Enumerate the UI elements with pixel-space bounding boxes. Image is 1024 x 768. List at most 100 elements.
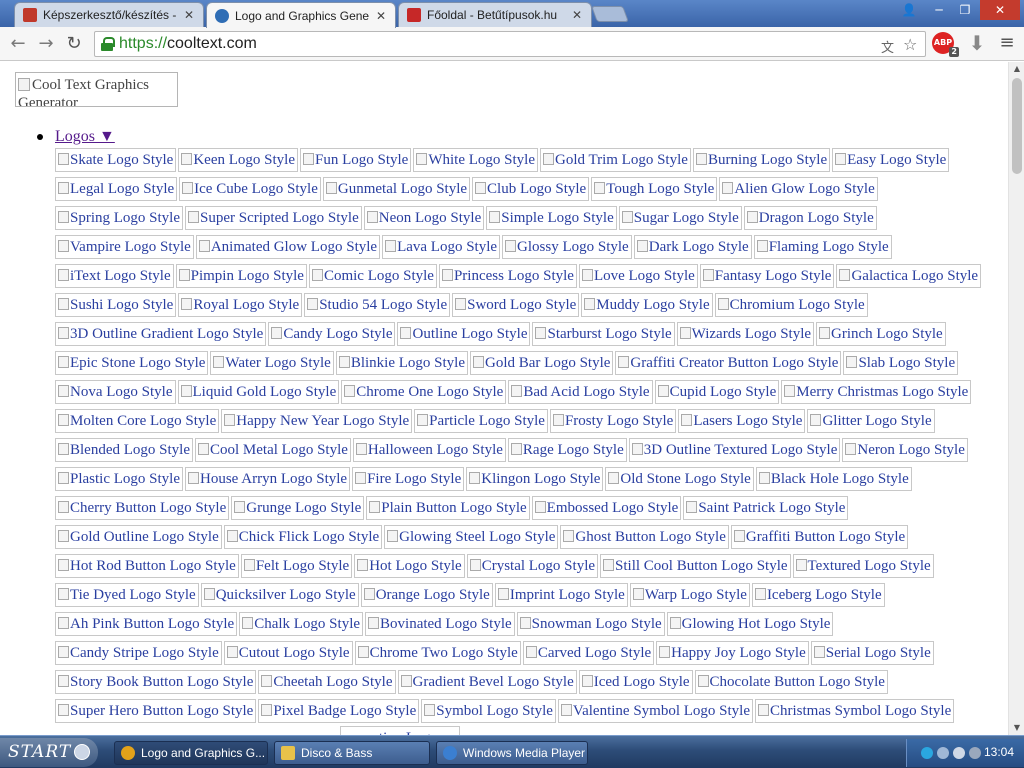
- logo-style-link[interactable]: Snowman Logo Style: [516, 612, 665, 636]
- logo-style-link[interactable]: Black Hole Logo Style: [755, 467, 912, 491]
- logo-style-link[interactable]: Gunmetal Logo Style: [322, 177, 471, 201]
- logo-style-link[interactable]: Love Logo Style: [578, 264, 698, 288]
- maximize-button[interactable]: ❐: [952, 0, 978, 20]
- reload-icon[interactable]: ↻: [62, 32, 86, 56]
- scrollbar-thumb[interactable]: [1012, 78, 1022, 174]
- logo-style-link[interactable]: Glowing Steel Logo Style: [384, 525, 559, 549]
- logo-style-link[interactable]: Glitter Logo Style: [807, 409, 935, 433]
- download-icon[interactable]: ⬇: [966, 32, 988, 54]
- logo-style-link[interactable]: Alien Glow Logo Style: [719, 177, 878, 201]
- logo-style-link[interactable]: Blinkie Logo Style: [335, 351, 469, 375]
- new-tab-button[interactable]: [591, 6, 629, 22]
- logo-style-link[interactable]: Studio 54 Logo Style: [304, 293, 451, 317]
- logo-style-link[interactable]: Rage Logo Style: [507, 438, 627, 462]
- logo-style-link[interactable]: Graffiti Button Logo Style: [730, 525, 909, 549]
- tab-betutipusok[interactable]: Főoldal - Betűtípusok.hu ✕: [398, 2, 592, 27]
- logo-style-link[interactable]: Super Hero Button Logo Style: [55, 699, 257, 723]
- logo-style-link[interactable]: Quicksilver Logo Style: [200, 583, 359, 607]
- logo-style-link[interactable]: Old Stone Logo Style: [605, 467, 754, 491]
- logos-menu-link[interactable]: Logos ▼: [55, 128, 115, 146]
- logo-style-link[interactable]: Valentine Symbol Logo Style: [557, 699, 753, 723]
- logo-style-link[interactable]: iText Logo Style: [55, 264, 174, 288]
- logo-style-link[interactable]: Epic Stone Logo Style: [55, 351, 209, 375]
- logo-style-link[interactable]: Chick Flick Logo Style: [223, 525, 383, 549]
- logo-style-link[interactable]: Warp Logo Style: [629, 583, 750, 607]
- logo-style-link[interactable]: Candy Stripe Logo Style: [55, 641, 222, 665]
- logo-style-link[interactable]: Chrome One Logo Style: [341, 380, 507, 404]
- task-folder[interactable]: Disco & Bass: [274, 741, 430, 765]
- logo-style-link[interactable]: Hot Logo Style: [354, 554, 465, 578]
- logo-style-link[interactable]: Bovinated Logo Style: [365, 612, 515, 636]
- scroll-down-icon[interactable]: ▼: [1009, 721, 1024, 735]
- logo-style-link[interactable]: Embossed Logo Style: [531, 496, 682, 520]
- logo-style-link[interactable]: Happy New Year Logo Style: [221, 409, 413, 433]
- logo-style-link[interactable]: 3D Outline Gradient Logo Style: [55, 322, 267, 346]
- logo-style-link[interactable]: Molten Core Logo Style: [55, 409, 220, 433]
- logo-style-link[interactable]: Fun Logo Style: [299, 148, 412, 172]
- logo-style-link[interactable]: Blended Logo Style: [55, 438, 193, 462]
- forward-icon[interactable]: →: [34, 32, 58, 56]
- site-logo-image[interactable]: Cool Text Graphics Generator: [15, 72, 178, 107]
- ie-icon[interactable]: [921, 747, 933, 759]
- logo-style-link[interactable]: Outline Logo Style: [397, 322, 531, 346]
- logo-style-link[interactable]: Plastic Logo Style: [55, 467, 183, 491]
- logo-style-link[interactable]: Slab Logo Style: [843, 351, 959, 375]
- logo-style-link[interactable]: Water Logo Style: [210, 351, 334, 375]
- logo-style-link[interactable]: Sword Logo Style: [452, 293, 580, 317]
- logo-style-link[interactable]: Chromium Logo Style: [714, 293, 868, 317]
- logo-style-link[interactable]: Gold Trim Logo Style: [539, 148, 691, 172]
- logo-style-link[interactable]: 3D Outline Textured Logo Style: [628, 438, 841, 462]
- logo-style-link[interactable]: Glossy Logo Style: [502, 235, 632, 259]
- logo-style-link[interactable]: Skate Logo Style: [55, 148, 177, 172]
- logo-style-link[interactable]: Easy Logo Style: [832, 148, 950, 172]
- logo-style-link[interactable]: Flaming Logo Style: [753, 235, 892, 259]
- logo-style-link[interactable]: Chalk Logo Style: [239, 612, 364, 636]
- logo-style-link[interactable]: Ghost Button Logo Style: [560, 525, 729, 549]
- logo-style-link[interactable]: Animated Glow Logo Style: [195, 235, 381, 259]
- logo-style-link[interactable]: Dark Logo Style: [633, 235, 752, 259]
- logo-style-link[interactable]: Chrome Two Logo Style: [354, 641, 521, 665]
- logo-style-link[interactable]: Burning Logo Style: [692, 148, 831, 172]
- logo-style-link[interactable]: Club Logo Style: [472, 177, 590, 201]
- logo-style-link[interactable]: Felt Logo Style: [240, 554, 353, 578]
- logo-style-link[interactable]: Gold Bar Logo Style: [470, 351, 614, 375]
- logo-style-link[interactable]: Serial Logo Style: [810, 641, 934, 665]
- logo-style-link[interactable]: Tough Logo Style: [591, 177, 718, 201]
- logo-style-link[interactable]: Dragon Logo Style: [743, 206, 877, 230]
- logo-style-link[interactable]: Particle Logo Style: [414, 409, 548, 433]
- logo-style-link[interactable]: Klingon Logo Style: [466, 467, 604, 491]
- logo-style-link[interactable]: Cheetah Logo Style: [258, 670, 396, 694]
- minimize-button[interactable]: ─: [926, 0, 952, 20]
- tab-image-editor[interactable]: Képszerkesztő/készítés - hlm ✕: [14, 2, 204, 27]
- logo-style-link[interactable]: Neon Logo Style: [363, 206, 485, 230]
- logo-style-link[interactable]: Liquid Gold Logo Style: [177, 380, 340, 404]
- logo-style-link[interactable]: Carved Logo Style: [522, 641, 655, 665]
- logo-style-link[interactable]: Story Book Button Logo Style: [55, 670, 257, 694]
- logo-style-link[interactable]: Gold Outline Logo Style: [55, 525, 222, 549]
- logo-style-link[interactable]: Plain Button Logo Style: [366, 496, 530, 520]
- logo-style-link[interactable]: Saint Patrick Logo Style: [683, 496, 849, 520]
- logo-style-link[interactable]: Hot Rod Button Logo Style: [55, 554, 239, 578]
- logo-style-link[interactable]: Chocolate Button Logo Style: [694, 670, 888, 694]
- logo-style-link[interactable]: Ah Pink Button Logo Style: [55, 612, 238, 636]
- logo-style-link[interactable]: Symbol Logo Style: [421, 699, 556, 723]
- logo-style-link[interactable]: Pimpin Logo Style: [175, 264, 307, 288]
- logo-style-link[interactable]: White Logo Style: [413, 148, 538, 172]
- close-window-button[interactable]: ✕: [980, 0, 1020, 20]
- close-icon[interactable]: ✕: [183, 8, 195, 22]
- logo-style-link[interactable]: Cupid Logo Style: [654, 380, 780, 404]
- logo-style-link[interactable]: Ice Cube Logo Style: [179, 177, 321, 201]
- tab-cooltext[interactable]: Logo and Graphics Generator ✕: [206, 2, 396, 28]
- logo-style-link[interactable]: Cutout Logo Style: [223, 641, 353, 665]
- logo-style-link[interactable]: Grinch Logo Style: [816, 322, 946, 346]
- logo-style-link[interactable]: Christmas Symbol Logo Style: [755, 699, 955, 723]
- logo-style-link[interactable]: Bad Acid Logo Style: [508, 380, 653, 404]
- logo-style-link[interactable]: Frosty Logo Style: [549, 409, 677, 433]
- logo-style-link[interactable]: Tie Dyed Logo Style: [55, 583, 199, 607]
- close-icon[interactable]: ✕: [571, 8, 583, 22]
- logo-style-link[interactable]: Happy Joy Logo Style: [656, 641, 809, 665]
- logo-style-link[interactable]: Grunge Logo Style: [231, 496, 365, 520]
- logo-style-link[interactable]: Comic Logo Style: [308, 264, 437, 288]
- logo-style-link[interactable]: Galactica Logo Style: [836, 264, 982, 288]
- logo-style-link[interactable]: Candy Logo Style: [268, 322, 396, 346]
